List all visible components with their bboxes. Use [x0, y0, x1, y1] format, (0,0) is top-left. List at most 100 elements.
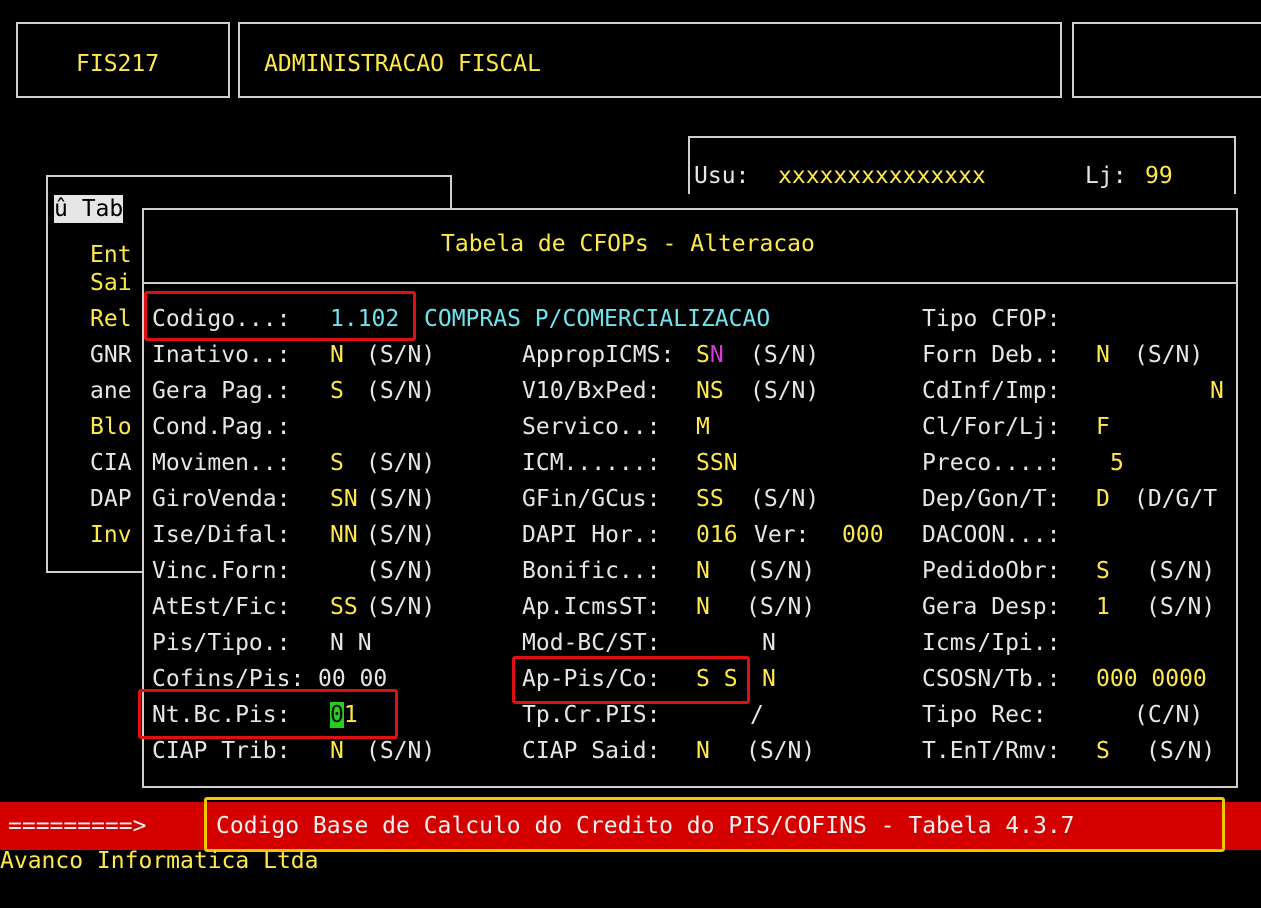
- field-label: CSOSN/Tb.:: [922, 666, 1061, 692]
- field-value[interactable]: 000: [842, 519, 884, 551]
- field-value[interactable]: F: [1096, 411, 1110, 443]
- field-value[interactable]: N: [696, 735, 710, 767]
- field-value[interactable]: N: [762, 663, 776, 695]
- field-value[interactable]: S: [330, 447, 344, 479]
- field-value[interactable]: 016: [696, 519, 738, 551]
- field-value[interactable]: N: [330, 735, 344, 767]
- field-value[interactable]: N: [696, 591, 710, 623]
- field-label: Mod-BC/ST:: [522, 630, 661, 656]
- field-value[interactable]: SS: [330, 591, 358, 623]
- field-label: GiroVenda:: [152, 486, 291, 512]
- field-hint: (S/N): [366, 378, 436, 404]
- field-value[interactable]: SSN: [696, 447, 738, 479]
- nt-bc-pis-highlight: [138, 689, 398, 739]
- field-value[interactable]: N: [696, 555, 710, 587]
- field-hint: (S/N): [366, 486, 436, 512]
- field-label: AtEst/Fic:: [152, 594, 291, 620]
- back-menu-item[interactable]: Rel: [90, 303, 132, 335]
- field-label: T.EnT/Rmv:: [922, 738, 1061, 764]
- field-label: Cl/For/Lj:: [922, 414, 1061, 440]
- field-value[interactable]: SN: [330, 483, 358, 515]
- field-hint: (D/G/T: [1134, 486, 1218, 512]
- field-label: Servico..:: [522, 414, 661, 440]
- field-label: GFin/GCus:: [522, 486, 661, 512]
- back-menu-item[interactable]: GNR: [90, 339, 132, 371]
- field-hint: (S/N): [366, 738, 436, 764]
- field-hint: (S/N): [366, 450, 436, 476]
- field-value[interactable]: N N: [330, 627, 372, 659]
- user-value: xxxxxxxxxxxxxxx: [778, 163, 986, 189]
- back-menu-item[interactable]: ane: [90, 375, 132, 407]
- field-label: Forn Deb.:: [922, 342, 1061, 368]
- field-hint: (S/N): [1134, 342, 1204, 368]
- field-value[interactable]: D: [1096, 483, 1110, 515]
- field-label: Preco....:: [922, 450, 1061, 476]
- header-right-box: [1072, 22, 1261, 98]
- codigo-highlight: [144, 291, 416, 341]
- status-message-highlight: [204, 797, 1225, 852]
- field-label: Ver:: [754, 522, 810, 548]
- field-hint: (S/N): [750, 378, 820, 404]
- field-label: CIAP Trib:: [152, 738, 291, 764]
- field-label: Icms/Ipi.:: [922, 630, 1061, 656]
- field-label: ICM......:: [522, 450, 661, 476]
- field-label: DACOON...:: [922, 522, 1061, 548]
- field-hint: (S/N): [750, 486, 820, 512]
- field-label: PedidoObr:: [922, 558, 1061, 584]
- store-value: 99: [1145, 163, 1173, 189]
- field-value[interactable]: S: [1096, 735, 1110, 767]
- back-menu-item[interactable]: CIA: [90, 447, 132, 479]
- field-label: DAPI Hor.:: [522, 522, 661, 548]
- field-label: AppropICMS:: [522, 342, 675, 368]
- field-hint: (S/N): [366, 342, 436, 368]
- field-label: Cond.Pag.:: [152, 414, 291, 440]
- program-title: ADMINISTRACAO FISCAL: [264, 51, 541, 77]
- field-value[interactable]: S: [330, 375, 344, 407]
- field-label: Gera Desp:: [922, 594, 1061, 620]
- field-value[interactable]: NN: [330, 519, 358, 551]
- field-hint: (S/N): [746, 558, 816, 584]
- field-label: Inativo..:: [152, 342, 291, 368]
- tipo-cfop-label: Tipo CFOP:: [922, 306, 1061, 332]
- codigo-description: COMPRAS P/COMERCIALIZACAO: [424, 306, 771, 332]
- field-label: Tipo Rec:: [922, 702, 1047, 728]
- field-value[interactable]: N: [762, 627, 776, 659]
- field-value[interactable]: M: [696, 411, 710, 443]
- field-hint: (S/N): [1146, 738, 1216, 764]
- field-hint: (S/N): [366, 522, 436, 548]
- field-label: Vinc.Forn:: [152, 558, 291, 584]
- field-value[interactable]: SS: [696, 483, 724, 515]
- field-label: Ise/Difal:: [152, 522, 291, 548]
- dialog-title: Tabela de CFOPs - Alteracao: [441, 231, 815, 257]
- program-code: FIS217: [76, 51, 160, 77]
- field-value[interactable]: N: [1096, 339, 1110, 371]
- field-value[interactable]: 1: [1096, 591, 1110, 623]
- field-hint: (S/N): [366, 594, 436, 620]
- field-value[interactable]: N: [330, 339, 344, 371]
- field-value[interactable]: NS: [696, 375, 724, 407]
- store-label: Lj:: [1085, 163, 1127, 189]
- back-menu-item[interactable]: DAP: [90, 483, 132, 515]
- field-value[interactable]: 000 0000: [1096, 663, 1207, 695]
- field-value[interactable]: 5: [1110, 447, 1124, 479]
- field-value[interactable]: SN: [696, 339, 724, 371]
- back-menu-item[interactable]: Blo: [90, 411, 132, 443]
- field-label: Pis/Tipo.:: [152, 630, 291, 656]
- field-label: Bonific..:: [522, 558, 661, 584]
- back-menu-item-tab[interactable]: û Tab: [54, 195, 124, 223]
- field-label: Dep/Gon/T:: [922, 486, 1061, 512]
- field-label: CdInf/Imp:: [922, 378, 1061, 404]
- field-hint: (C/N): [1134, 702, 1204, 728]
- ap-pis-co-highlight: [512, 656, 750, 704]
- status-arrow: =========>: [8, 813, 147, 839]
- field-value[interactable]: /: [750, 699, 764, 731]
- field-label: Ap.IcmsST:: [522, 594, 661, 620]
- terminal-screen: FIS217 ADMINISTRACAO FISCAL Usu: xxxxxxx…: [0, 0, 1261, 908]
- field-value[interactable]: N: [1210, 375, 1224, 407]
- field-label: Gera Pag.:: [152, 378, 291, 404]
- field-value[interactable]: S: [1096, 555, 1110, 587]
- back-menu-item[interactable]: Sai: [90, 267, 132, 299]
- field-label: Movimen..:: [152, 450, 291, 476]
- field-hint: (S/N): [366, 558, 436, 584]
- back-menu-item[interactable]: Inv: [90, 519, 132, 551]
